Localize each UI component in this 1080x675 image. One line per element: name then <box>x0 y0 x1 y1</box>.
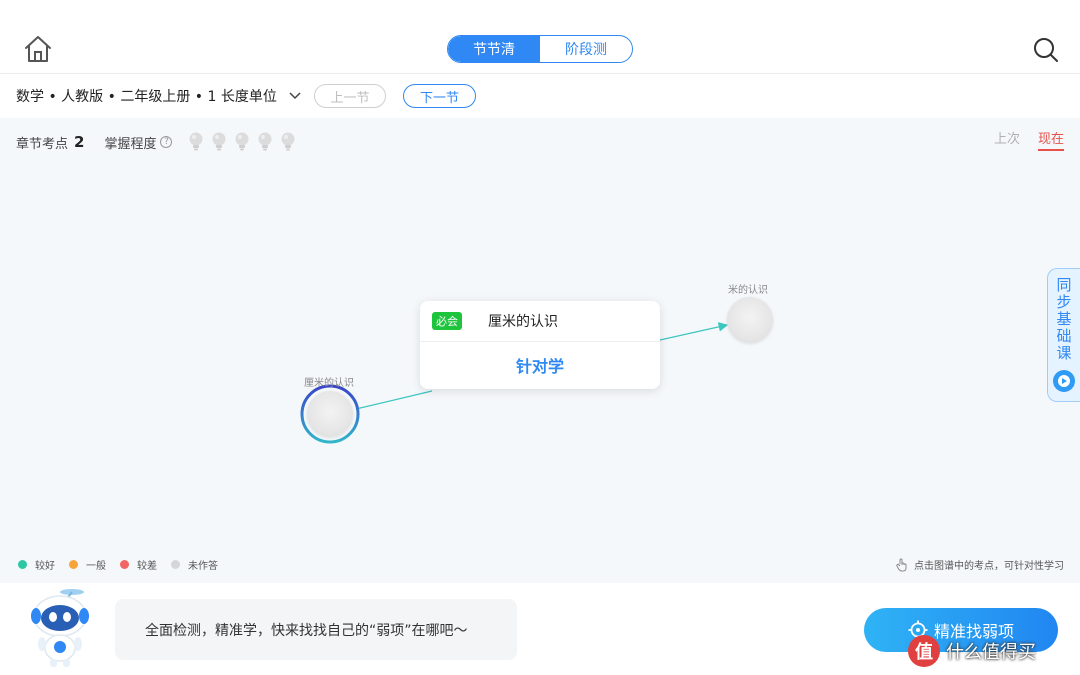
legend-item: 未作答 <box>171 557 218 572</box>
node-label: 米的认识 <box>728 285 768 296</box>
tap-icon <box>896 558 907 571</box>
sync-course-tab[interactable]: 同步基础课 <box>1047 268 1080 402</box>
course-title: 数学 • 人教版 • 二年级上册 • 1 长度单位 <box>16 89 277 105</box>
legend-dot <box>18 560 27 569</box>
course-row: 数学 • 人教版 • 二年级上册 • 1 长度单位 上一节 下一节 <box>0 75 1080 118</box>
graph-edge <box>355 390 433 410</box>
robot-mascot-icon <box>26 586 96 670</box>
graph-node[interactable] <box>727 297 773 343</box>
bottom-bar: 全面检测，精准学，快来找找自己的“弱项”在哪吧～ 精准找弱项 值 什么值得买 <box>0 583 1080 675</box>
legend-label: 较差 <box>137 561 157 572</box>
course-selector[interactable]: 数学 • 人教版 • 二年级上册 • 1 长度单位 <box>16 85 301 107</box>
tip-text: 全面检测，精准学，快来找找自己的“弱项”在哪吧～ <box>145 622 468 639</box>
watermark-logo: 值 <box>908 635 940 667</box>
watermark: 值 什么值得买 <box>908 635 1036 667</box>
knowledge-graph: 章节考点 2 掌握程度 ? 上次 现在 厘米的认识 米的认识 必会 厘米的认识 <box>0 118 1080 583</box>
legend-dot <box>171 560 180 569</box>
tip-bubble: 全面检测，精准学，快来找找自己的“弱项”在哪吧～ <box>115 599 517 660</box>
graph-edge <box>659 322 729 341</box>
next-section-button[interactable]: 下一节 <box>403 84 476 108</box>
tab-jieduance[interactable]: 阶段测 <box>540 36 632 62</box>
home-icon[interactable] <box>22 34 54 64</box>
node-label: 厘米的认识 <box>304 378 354 389</box>
hint-text: 点击图谱中的考点，可针对性学习 <box>914 561 1064 572</box>
graph-hint: 点击图谱中的考点，可针对性学习 <box>896 557 1064 572</box>
play-icon <box>1053 370 1075 392</box>
targeted-study-button[interactable]: 针对学 <box>420 342 660 388</box>
node-popup: 必会 厘米的认识 针对学 <box>420 301 660 389</box>
must-badge: 必会 <box>432 312 462 330</box>
tab-jiejieqing[interactable]: 节节清 <box>448 36 540 62</box>
legend-item: 较差 <box>120 557 157 572</box>
watermark-text: 什么值得买 <box>946 642 1036 663</box>
mode-tabs: 节节清 阶段测 <box>447 35 633 63</box>
search-icon[interactable] <box>1032 36 1060 64</box>
legend-label: 一般 <box>86 561 106 572</box>
legend-dot <box>120 560 129 569</box>
legend-item: 一般 <box>69 557 106 572</box>
top-bar: 节节清 阶段测 <box>0 0 1080 74</box>
legend-label: 较好 <box>35 561 55 572</box>
legend: 较好 一般 较差 未作答 <box>18 557 218 572</box>
legend-dot <box>69 560 78 569</box>
prev-section-button[interactable]: 上一节 <box>314 84 386 108</box>
popup-title: 厘米的认识 <box>488 314 558 330</box>
chevron-down-icon <box>289 92 301 100</box>
legend-item: 较好 <box>18 557 55 572</box>
legend-label: 未作答 <box>188 561 218 572</box>
sync-course-label: 同步基础课 <box>1056 276 1072 362</box>
popup-header: 必会 厘米的认识 <box>420 301 660 342</box>
graph-node[interactable] <box>307 391 353 437</box>
